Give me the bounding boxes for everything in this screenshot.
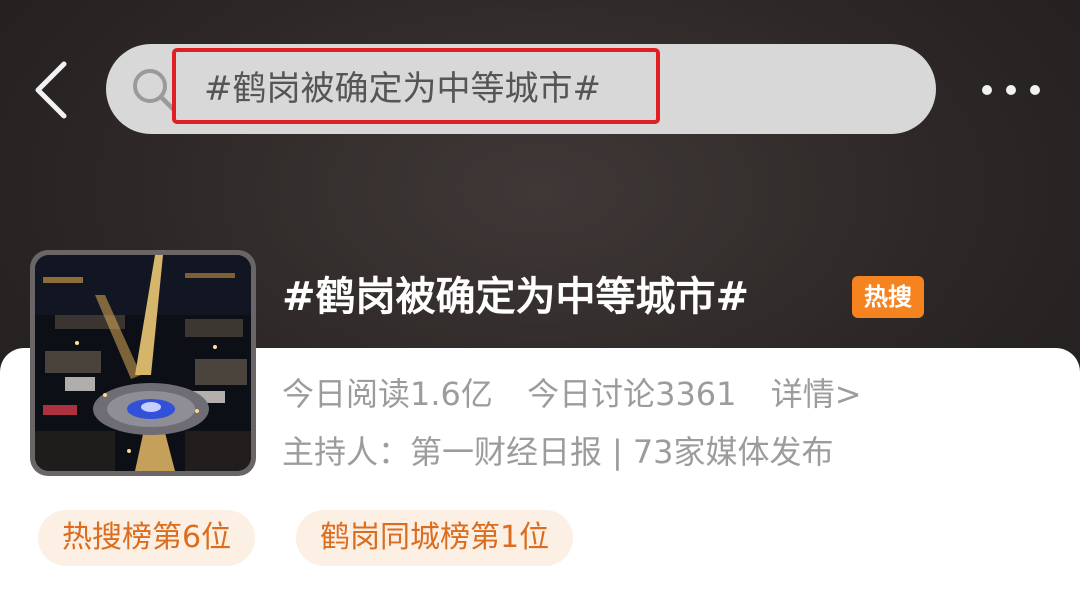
topic-cover-image[interactable] <box>30 250 256 476</box>
search-icon <box>133 69 176 112</box>
night-city-aerial-photo <box>35 255 251 471</box>
hot-search-rank-chip[interactable]: 热搜榜第6位 <box>38 510 256 566</box>
more-horizontal-icon <box>982 85 992 95</box>
more-horizontal-icon <box>1030 85 1040 95</box>
search-query-text[interactable]: #鹤岗被确定为中等城市# <box>204 44 601 134</box>
media-count[interactable]: 73家媒体发布 <box>633 433 834 471</box>
daily-discussions: 今日讨论3361 <box>527 375 737 413</box>
chevron-left-icon <box>35 61 67 119</box>
hot-search-badge: 热搜 <box>852 276 924 318</box>
topic-title: #鹤岗被确定为中等城市# <box>282 274 750 320</box>
host-name[interactable]: 第一财经日报 <box>410 433 602 471</box>
topic-stats: 今日阅读1.6亿 今日讨论3361 详情> <box>282 368 862 420</box>
back-button[interactable] <box>28 58 78 122</box>
search-bar[interactable]: #鹤岗被确定为中等城市# <box>106 44 936 134</box>
details-link[interactable]: 详情> <box>771 375 862 413</box>
local-rank-chip[interactable]: 鹤岗同城榜第1位 <box>296 510 574 566</box>
host-info: 主持人：第一财经日报 | 73家媒体发布 <box>282 426 834 478</box>
host-separator: | <box>612 433 623 471</box>
more-button[interactable] <box>968 72 1054 108</box>
more-horizontal-icon <box>1006 85 1016 95</box>
daily-reads: 今日阅读1.6亿 <box>282 375 493 413</box>
host-label: 主持人： <box>282 433 411 471</box>
